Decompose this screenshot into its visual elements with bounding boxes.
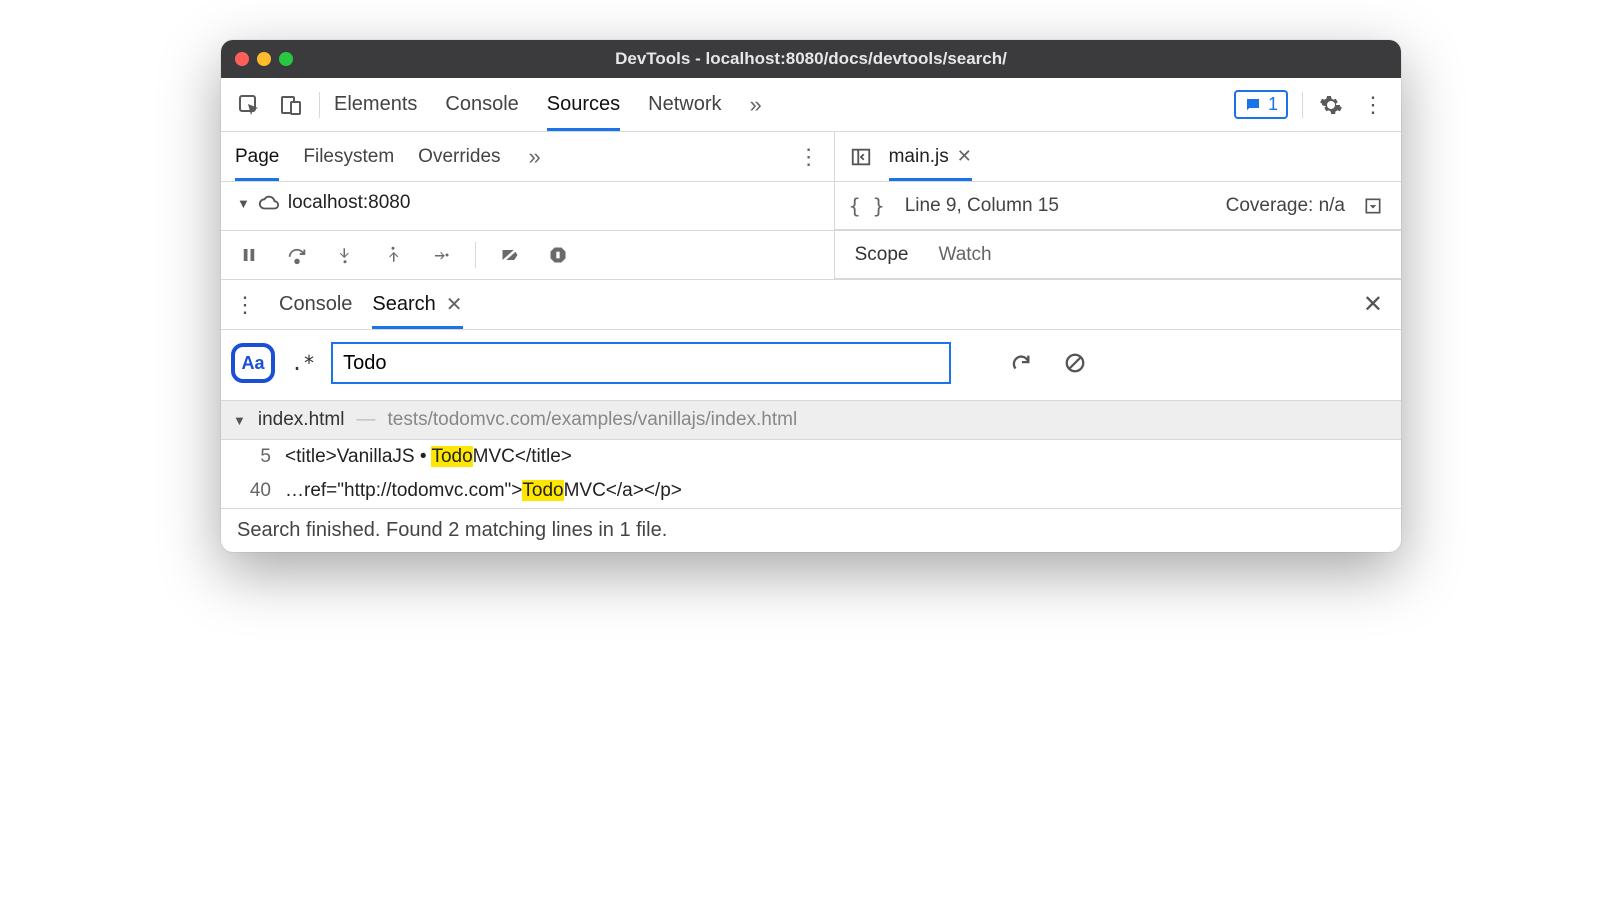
result-file-header[interactable]: ▼ index.html — tests/todomvc.com/example… <box>221 400 1401 440</box>
devtools-window: DevTools - localhost:8080/docs/devtools/… <box>221 40 1401 552</box>
refresh-icon[interactable] <box>1007 349 1035 377</box>
inspect-element-icon[interactable] <box>235 91 263 119</box>
subtab-page[interactable]: Page <box>235 132 279 181</box>
separator <box>475 242 476 268</box>
cursor-position: Line 9, Column 15 <box>905 195 1059 217</box>
tab-console[interactable]: Console <box>445 78 518 131</box>
more-menu-icon[interactable]: ⋮ <box>1359 91 1387 119</box>
sources-split: Page Filesystem Overrides » ⋮ ▼ localhos… <box>221 132 1401 231</box>
panel-tabs: Elements Console Sources Network » <box>334 78 762 131</box>
result-line[interactable]: 5 <title>VanillaJS • TodoMVC</title> <box>221 440 1401 474</box>
close-drawer-icon[interactable]: ✕ <box>1363 290 1383 319</box>
main-toolbar: Elements Console Sources Network » 1 ⋮ <box>221 78 1401 132</box>
result-file-name: index.html <box>258 409 345 431</box>
tab-scope[interactable]: Scope <box>855 244 909 266</box>
traffic-lights <box>235 52 293 66</box>
pretty-print-icon[interactable]: { } <box>849 194 885 218</box>
search-status: Search finished. Found 2 matching lines … <box>221 508 1401 552</box>
coverage-dropdown-icon[interactable] <box>1359 192 1387 220</box>
match-highlight: Todo <box>522 480 563 501</box>
window-title: DevTools - localhost:8080/docs/devtools/… <box>221 49 1401 69</box>
line-code: <title>VanillaJS • TodoMVC</title> <box>285 446 572 468</box>
step-icon[interactable] <box>427 241 455 269</box>
cloud-icon <box>258 192 280 214</box>
drawer-tabs: ⋮ Console Search ✕ ✕ <box>221 280 1401 330</box>
debugger-row: Scope Watch <box>221 231 1401 280</box>
separator <box>1302 92 1303 118</box>
close-drawer-tab-icon[interactable]: ✕ <box>446 292 463 317</box>
drawer-tab-search-label: Search <box>372 293 435 316</box>
regex-toggle[interactable]: .* <box>291 351 315 375</box>
disclosure-triangle-icon[interactable]: ▼ <box>237 196 250 211</box>
result-file-path: tests/todomvc.com/examples/vanillajs/ind… <box>387 409 797 431</box>
navigator-menu-icon[interactable]: ⋮ <box>798 144 820 170</box>
minimize-window-button[interactable] <box>257 52 271 66</box>
result-lines: 5 <title>VanillaJS • TodoMVC</title> 40 …re… <box>221 440 1401 508</box>
show-navigator-icon[interactable] <box>847 143 875 171</box>
navigator-pane: Page Filesystem Overrides » ⋮ ▼ localhos… <box>221 132 835 230</box>
feedback-button[interactable]: 1 <box>1234 90 1288 119</box>
step-over-icon[interactable] <box>283 241 311 269</box>
line-number: 40 <box>243 480 271 502</box>
step-out-icon[interactable] <box>379 241 407 269</box>
editor-tab-mainjs[interactable]: main.js ✕ <box>889 132 972 181</box>
separator <box>319 92 320 118</box>
settings-icon[interactable] <box>1317 91 1345 119</box>
line-code: …ref="http://todomvc.com">TodoMVC</a></p… <box>285 480 682 502</box>
editor-tabs: main.js ✕ <box>835 132 1401 182</box>
coverage-label: Coverage: n/a <box>1226 195 1345 217</box>
pause-icon[interactable] <box>235 241 263 269</box>
titlebar: DevTools - localhost:8080/docs/devtools/… <box>221 40 1401 78</box>
match-highlight: Todo <box>431 446 472 467</box>
close-window-button[interactable] <box>235 52 249 66</box>
disclosure-triangle-icon[interactable]: ▼ <box>233 413 246 428</box>
feedback-count: 1 <box>1268 94 1278 115</box>
step-into-icon[interactable] <box>331 241 359 269</box>
debugger-toolbar <box>221 231 834 279</box>
line-number: 5 <box>243 446 271 468</box>
drawer-tab-search[interactable]: Search ✕ <box>372 280 462 329</box>
tab-elements[interactable]: Elements <box>334 78 417 131</box>
drawer-menu-icon[interactable]: ⋮ <box>231 291 259 319</box>
editor-status-bar: { } Line 9, Column 15 Coverage: n/a <box>835 182 1401 230</box>
search-input[interactable] <box>331 342 951 384</box>
tree-root[interactable]: ▼ localhost:8080 <box>221 182 834 224</box>
tabs-overflow[interactable]: » <box>750 78 762 131</box>
tab-sources[interactable]: Sources <box>547 78 620 131</box>
navigator-tabs: Page Filesystem Overrides » ⋮ <box>221 132 834 182</box>
debugger-sidebar-tabs: Scope Watch <box>835 231 1401 279</box>
tab-watch[interactable]: Watch <box>938 244 991 266</box>
maximize-window-button[interactable] <box>279 52 293 66</box>
pause-on-exceptions-icon[interactable] <box>544 241 572 269</box>
subtab-filesystem[interactable]: Filesystem <box>303 132 394 181</box>
deactivate-breakpoints-icon[interactable] <box>496 241 524 269</box>
editor-pane: main.js ✕ { } Line 9, Column 15 Coverage… <box>835 132 1401 230</box>
editor-tab-label: main.js <box>889 146 949 168</box>
device-toggle-icon[interactable] <box>277 91 305 119</box>
search-bar: Aa .* <box>221 330 1401 400</box>
navigator-overflow[interactable]: » <box>529 144 541 170</box>
close-tab-icon[interactable]: ✕ <box>957 146 972 167</box>
clear-icon[interactable] <box>1061 349 1089 377</box>
tree-root-label: localhost:8080 <box>288 192 411 214</box>
match-case-toggle[interactable]: Aa <box>231 343 275 383</box>
drawer-tab-console[interactable]: Console <box>279 280 352 329</box>
subtab-overrides[interactable]: Overrides <box>418 132 500 181</box>
result-line[interactable]: 40 …ref="http://todomvc.com">TodoMVC</a><… <box>221 474 1401 508</box>
tab-network[interactable]: Network <box>648 78 721 131</box>
